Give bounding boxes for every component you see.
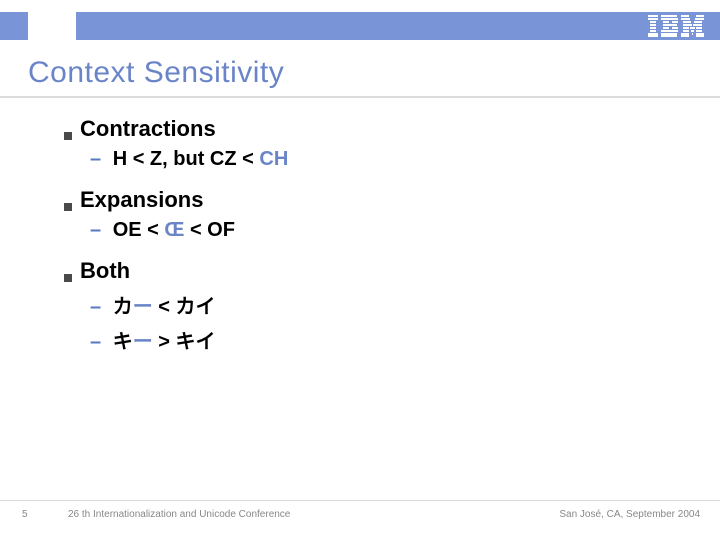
text-fragment-highlight: Œ — [164, 219, 184, 241]
square-bullet-icon — [64, 203, 72, 211]
dash-icon: – — [90, 331, 101, 353]
bullet-contractions: Contractions — [64, 116, 720, 142]
bullet-heading: Expansions — [80, 187, 203, 213]
page-number: 5 — [22, 509, 28, 520]
sub-item: – キー > キイ — [90, 325, 720, 354]
text-fragment: カ — [113, 296, 133, 318]
sub-item: – カー < カイ — [90, 290, 720, 319]
dash-icon: – — [90, 219, 101, 241]
text-fragment-highlight: ー — [133, 331, 153, 353]
title-underline — [0, 96, 720, 98]
slide-footer: 5 26 th Internationalization and Unicode… — [0, 500, 720, 520]
header-bar — [0, 12, 720, 40]
bullet-heading: Contractions — [80, 116, 216, 142]
text-fragment: but CZ < — [168, 148, 260, 170]
text-fragment: < OF — [184, 219, 235, 241]
top-strip — [0, 0, 720, 12]
slide-content: Contractions – H < Z, but CZ < CH Expans… — [64, 116, 720, 354]
text-fragment: H < Z, — [113, 148, 168, 170]
text-fragment: OE < — [113, 219, 165, 241]
header-tab — [28, 12, 76, 40]
sub-item: – H < Z, but CZ < CH — [90, 148, 720, 171]
footer-divider — [0, 500, 720, 501]
footer-conference: 26 th Internationalization and Unicode C… — [68, 509, 290, 520]
text-fragment: > キイ — [153, 331, 216, 353]
text-fragment-highlight: CH — [259, 148, 288, 170]
sub-item: – OE < Œ < OF — [90, 219, 720, 242]
bullet-both: Both — [64, 258, 720, 284]
text-fragment-highlight: ー — [133, 296, 153, 318]
bullet-expansions: Expansions — [64, 187, 720, 213]
dash-icon: – — [90, 296, 101, 318]
footer-location: San José, CA, September 2004 — [559, 509, 700, 520]
ibm-logo-icon — [648, 15, 704, 37]
bullet-heading: Both — [80, 258, 130, 284]
dash-icon: – — [90, 148, 101, 170]
slide-title: Context Sensitivity — [28, 56, 720, 90]
square-bullet-icon — [64, 274, 72, 282]
text-fragment: < カイ — [153, 296, 216, 318]
text-fragment: キ — [113, 331, 133, 353]
square-bullet-icon — [64, 132, 72, 140]
